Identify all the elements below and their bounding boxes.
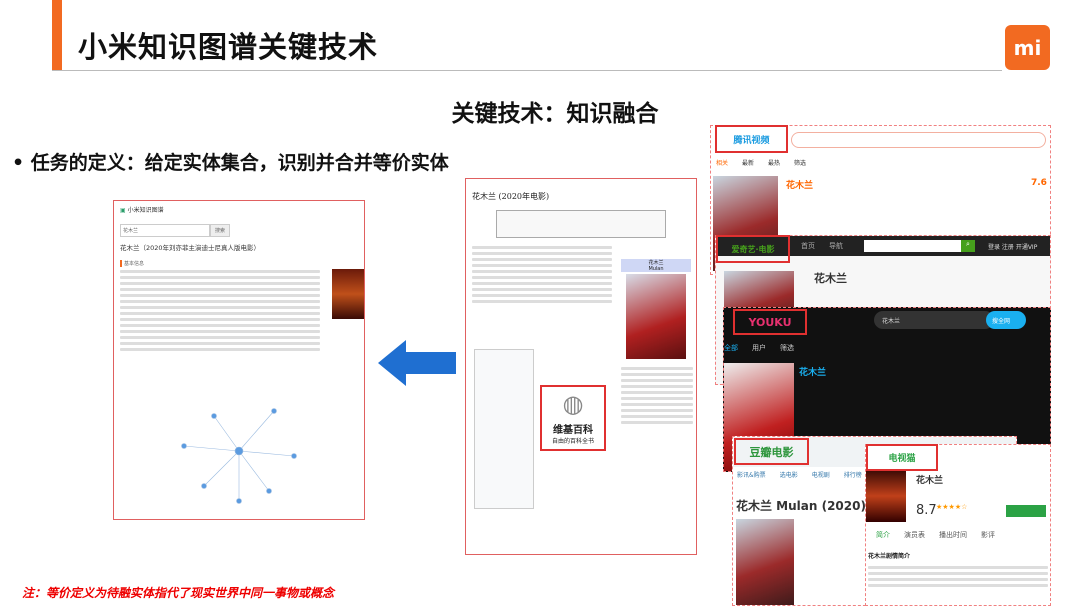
iqiyi-nav-guide[interactable]: 导航 <box>829 241 843 251</box>
kg-section: 基本信息 <box>120 260 358 267</box>
tab[interactable]: 影评 <box>981 530 995 540</box>
tencent-search-input[interactable] <box>791 132 1046 148</box>
tab[interactable]: 用户 <box>752 343 766 353</box>
wiki-protection-notice <box>496 210 666 238</box>
kg-brand: ▣ 小米知识图谱 <box>114 201 364 218</box>
wiki-infobox-header: 花木兰 Mulan <box>621 259 691 272</box>
infobox-title: 花木兰 <box>648 260 664 266</box>
youku-logo: YOUKU <box>733 309 807 335</box>
wiki-infobox-rows <box>621 364 693 554</box>
tab[interactable]: 选电影 <box>780 470 798 479</box>
tencent-score: 7.6 <box>1031 178 1047 188</box>
kg-poster <box>332 269 364 319</box>
kg-logo-icon: ▣ <box>120 207 126 214</box>
mi-logo: mi <box>1005 25 1050 70</box>
kg-search-input[interactable]: 花木兰 <box>120 224 210 237</box>
tab[interactable]: 简介 <box>876 530 890 540</box>
search-icon[interactable]: ⌕ <box>961 240 975 252</box>
kg-graph <box>181 408 297 504</box>
douban-logo: 豆瓣电影 <box>734 438 809 465</box>
tab[interactable]: 最热 <box>768 158 780 167</box>
kg-brand-text: 小米知识图谱 <box>127 207 164 214</box>
iqiyi-search-input[interactable] <box>864 240 974 252</box>
tab[interactable]: 筛选 <box>780 343 794 353</box>
footnote: 注：等价定义为待融实体指代了现实世界中同一事物或概念 <box>22 586 335 600</box>
tvmao-logo: 电视猫 <box>866 444 938 471</box>
douban-result-title: 花木兰 Mulan (2020) <box>736 499 866 513</box>
section-subtitle: 关键技术：知识融合 <box>451 101 659 127</box>
wiki-screenshot: 花木兰 (2020年电影) 花木兰 Mulan <box>465 178 697 555</box>
slide-title: 小米知识图谱关键技术 <box>78 30 379 64</box>
arrow-left-icon <box>378 340 456 386</box>
tab[interactable]: 电视剧 <box>812 470 830 479</box>
youku-result-title[interactable]: 花木兰 <box>799 365 826 378</box>
tab[interactable]: 影讯&购票 <box>737 470 766 479</box>
tvmao-favorite-button[interactable] <box>1006 505 1046 517</box>
tvmao-poster <box>866 470 906 522</box>
kg-search-button[interactable]: 搜索 <box>209 224 230 237</box>
tvmao-section: 花木兰剧情简介 <box>868 553 911 560</box>
tab[interactable]: 演员表 <box>904 530 925 540</box>
wikipedia-logo: ◍ 维基百科 自由的百科全书 <box>540 385 606 451</box>
iqiyi-result-title[interactable]: 花木兰 <box>814 270 847 286</box>
wiki-poster <box>626 274 686 359</box>
youku-search-input[interactable]: 花木兰 <box>874 311 994 329</box>
tab[interactable]: 播出时间 <box>939 530 967 540</box>
rating-stars-icon: ★★★★☆ <box>936 503 968 511</box>
iqiyi-account-actions[interactable]: 登录 注册 开通VIP <box>988 242 1037 251</box>
iqiyi-logo: 爱奇艺·电影 <box>716 235 790 263</box>
kg-entity-title: 花木兰（2020年刘亦菲主演迪士尼真人版电影） <box>120 244 261 252</box>
wiki-logo-sub: 自由的百科全书 <box>551 438 594 445</box>
iqiyi-nav-home[interactable]: 首页 <box>801 241 815 251</box>
tab[interactable]: 筛选 <box>794 158 806 167</box>
tvmao-score: 8.7 <box>916 503 937 518</box>
tencent-result-title[interactable]: 花木兰 <box>786 178 813 191</box>
bullet-definition: • 任务的定义：给定实体集合，识别并合并等价实体 <box>12 152 449 174</box>
tab[interactable]: 相关 <box>716 158 728 167</box>
douban-poster <box>736 519 794 605</box>
tencent-video-logo: 腾讯视频 <box>715 125 788 153</box>
infobox-subtitle: Mulan <box>648 266 664 272</box>
wiki-logo-text: 维基百科 <box>553 425 593 436</box>
tab[interactable]: 全部 <box>724 343 738 353</box>
kg-screenshot: ▣ 小米知识图谱 花木兰 搜索 花木兰（2020年刘亦菲主演迪士尼真人版电影） … <box>113 200 365 520</box>
tab[interactable]: 最新 <box>742 158 754 167</box>
tab[interactable]: 排行榜 <box>844 470 862 479</box>
bullet-text: 任务的定义：给定实体集合，识别并合并等价实体 <box>30 152 449 174</box>
title-divider <box>52 70 1002 71</box>
title-accent-bar <box>52 0 62 70</box>
tvmao-result-title: 花木兰 <box>916 476 944 486</box>
wiki-globe-icon: ◍ <box>562 390 584 418</box>
wiki-toc <box>474 349 534 509</box>
wiki-title: 花木兰 (2020年电影) <box>472 192 550 201</box>
tencent-tabs: 相关 最新 最热 筛选 <box>716 158 806 167</box>
youku-search-button[interactable]: 搜全网 <box>986 311 1026 329</box>
